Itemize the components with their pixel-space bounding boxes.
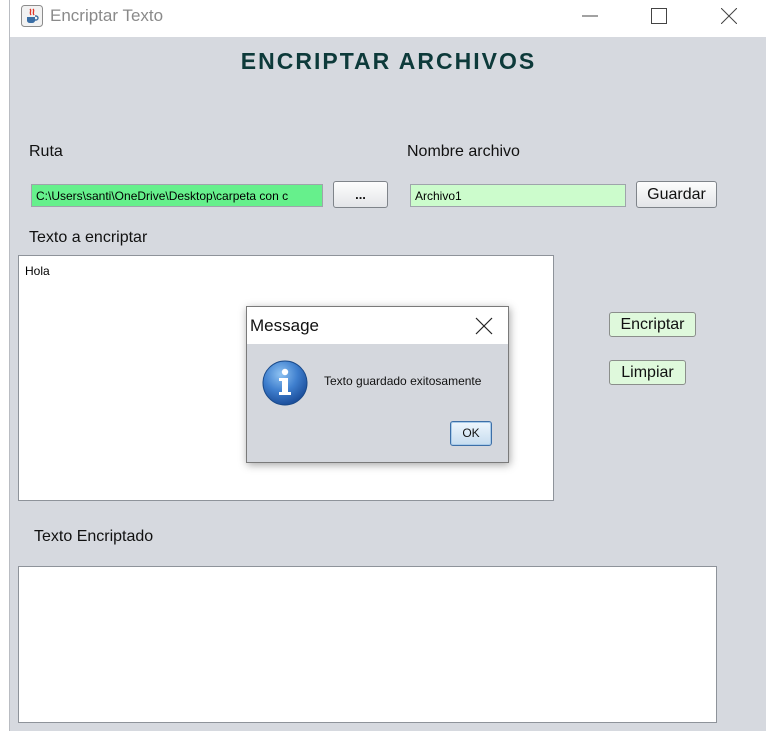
page-title: ENCRIPTAR ARCHIVOS [240,48,537,74]
encriptar-button[interactable]: Encriptar [609,312,696,337]
java-app-icon [21,5,43,27]
dialog-titlebar[interactable]: Message [247,307,508,344]
guardar-button[interactable]: Guardar [636,181,717,208]
browse-button[interactable]: ... [333,181,388,208]
texto-encriptado-textarea[interactable] [18,566,717,723]
texto-encriptar-label: Texto a encriptar [29,229,148,246]
maximize-icon[interactable] [636,0,682,32]
window-title: Encriptar Texto [50,6,164,25]
nombre-archivo-field[interactable]: Archivo1 [410,184,626,207]
dialog-title: Message [250,316,319,335]
minimize-icon[interactable] [567,0,613,32]
close-icon[interactable] [706,0,752,32]
texto-encriptado-label: Texto Encriptado [34,528,154,545]
ok-button[interactable]: OK [450,421,492,446]
dialog-close-icon[interactable] [471,313,497,339]
window-titlebar[interactable]: Encriptar Texto [10,0,766,37]
limpiar-button[interactable]: Limpiar [609,360,686,385]
dialog-message: Texto guardado exitosamente [324,374,482,388]
nombre-archivo-label: Nombre archivo [407,143,520,160]
info-icon [261,359,309,407]
ruta-field[interactable]: C:\Users\santi\OneDrive\Desktop\carpeta … [31,184,323,207]
ruta-label: Ruta [29,143,63,160]
message-dialog: Message Texto guardado exitosamente OK [246,306,509,463]
